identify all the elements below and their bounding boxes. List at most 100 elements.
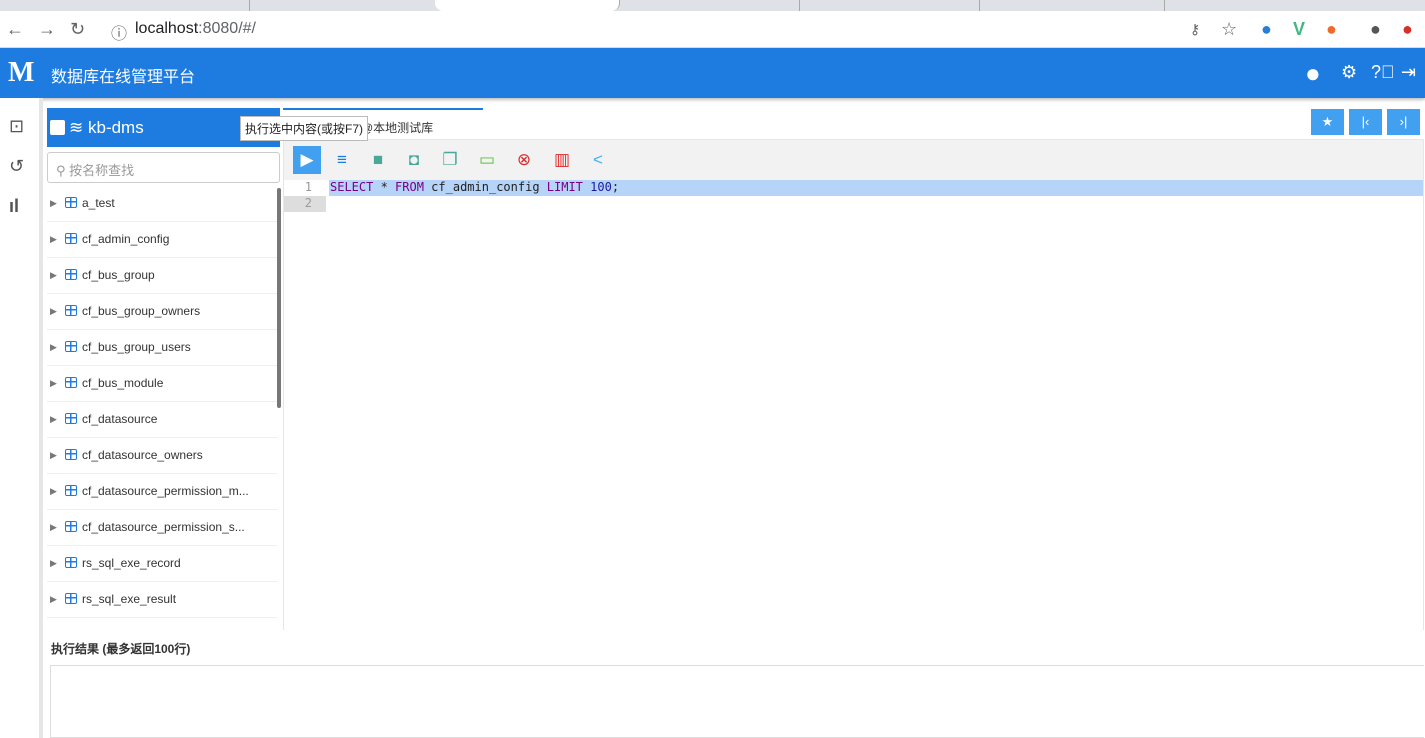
expand-caret-icon[interactable]: ▶ — [50, 558, 57, 569]
expand-caret-icon[interactable]: ▶ — [50, 378, 57, 389]
close-circle-icon[interactable]: ⊗ — [511, 148, 537, 172]
copy-icon[interactable]: ❐ — [437, 148, 463, 172]
key-icon[interactable]: ⚷ — [1190, 21, 1200, 38]
code-line[interactable]: SELECT * FROM cf_admin_config LIMIT 100; — [329, 180, 1423, 196]
browser-tab-active[interactable] — [435, 0, 620, 11]
table-item[interactable]: ▶ cf_bus_group — [47, 258, 277, 294]
table-icon — [65, 557, 77, 568]
url-host: localhost — [135, 20, 199, 37]
user-avatar-icon[interactable]: ● — [1305, 58, 1321, 89]
share-icon[interactable]: < — [585, 148, 611, 172]
table-item[interactable]: ▶ cf_datasource_permission_s... — [47, 510, 277, 546]
terminal-icon[interactable]: ⊡ — [9, 116, 24, 137]
app-header: M 数据库在线管理平台 ● ⚙ ?⃝ ⇥ — [0, 48, 1425, 98]
table-item[interactable]: ▶ cf_admin_config — [47, 222, 277, 258]
url-field[interactable]: localhost:8080/#/ — [135, 20, 256, 38]
gear-icon[interactable]: ⚙ — [1341, 62, 1357, 83]
table-name: cf_datasource — [82, 412, 158, 426]
open-folder-icon[interactable]: ▭ — [474, 148, 500, 172]
sql-number: 100 — [590, 180, 612, 194]
back-icon[interactable]: ← — [6, 19, 24, 40]
star-icon[interactable]: ☆ — [1221, 19, 1237, 40]
expand-caret-icon[interactable]: ▶ — [50, 198, 57, 209]
history-icon[interactable]: ↺ — [9, 156, 24, 177]
logout-icon[interactable]: ⇥ — [1401, 62, 1416, 83]
expand-caret-icon[interactable]: ▶ — [50, 270, 57, 281]
table-item[interactable]: ▶ a_test — [47, 186, 277, 222]
table-icon — [65, 269, 77, 280]
database-name: kb-dms — [87, 118, 144, 137]
m-logo-icon — [50, 120, 65, 135]
url-rest: :8080/#/ — [198, 20, 256, 37]
expand-caret-icon[interactable]: ▶ — [50, 414, 57, 425]
app-logo: M — [8, 57, 35, 88]
table-item[interactable]: ▶ cf_bus_module — [47, 366, 277, 402]
search-input[interactable]: ⚲ 按名称查找 — [47, 152, 280, 183]
table-item[interactable]: ▶ cf_datasource — [47, 402, 277, 438]
table-name: cf_bus_group_users — [82, 340, 191, 354]
line-number: 1 — [304, 180, 312, 194]
result-panel — [50, 665, 1424, 738]
table-item[interactable]: ▶ rs_sql_exe_record — [47, 546, 277, 582]
table-item[interactable]: ▶ cf_datasource_permission_m... — [47, 474, 277, 510]
table-item[interactable]: ▶ cf_bus_group_owners — [47, 294, 277, 330]
save-as-icon[interactable]: ◘ — [401, 148, 427, 172]
extension-orange-icon[interactable]: ● — [1326, 19, 1337, 40]
help-icon[interactable]: ?⃝ — [1371, 62, 1395, 83]
left-icon-rail: ⊡ ↺ ıl — [0, 98, 43, 738]
table-name: cf_datasource_permission_m... — [82, 484, 249, 498]
table-item[interactable]: ▶ rs_sql_exe_result — [47, 582, 277, 618]
table-icon — [65, 413, 77, 424]
bar-chart-icon[interactable]: ıl — [9, 196, 19, 217]
sql-keyword: SELECT — [330, 180, 374, 194]
expand-caret-icon[interactable]: ▶ — [50, 234, 57, 245]
run-button[interactable]: ▶ — [293, 146, 321, 174]
expand-caret-icon[interactable]: ▶ — [50, 486, 57, 497]
vue-devtools-icon[interactable]: V — [1293, 19, 1305, 40]
table-icon — [65, 341, 77, 352]
run-all-icon[interactable]: ≡ — [329, 148, 355, 172]
reload-icon[interactable]: ↻ — [70, 19, 85, 40]
table-icon — [65, 521, 77, 532]
forward-icon[interactable]: → — [38, 19, 56, 40]
table-name: rs_sql_exe_result — [82, 592, 177, 606]
expand-caret-icon[interactable]: ▶ — [50, 450, 57, 461]
expand-caret-icon[interactable]: ▶ — [50, 522, 57, 533]
table-name: cf_bus_group — [82, 268, 155, 282]
sql-keyword: FROM — [395, 180, 424, 194]
save-icon[interactable]: ■ — [365, 148, 391, 172]
update-icon[interactable]: ● — [1402, 19, 1413, 40]
profile-icon[interactable]: ● — [1370, 19, 1381, 40]
table-name: a_test — [82, 196, 115, 210]
expand-caret-icon[interactable]: ▶ — [50, 342, 57, 353]
info-icon[interactable]: ⓘ — [111, 20, 127, 44]
delete-icon[interactable]: ▥ — [549, 148, 575, 172]
table-name: rs_sql_exe_record — [82, 556, 181, 570]
table-icon — [65, 305, 77, 316]
tab-label: @本地测试库 — [361, 121, 434, 135]
table-icon — [65, 233, 77, 244]
line-gutter: 1 2 — [284, 180, 326, 630]
browser-tab[interactable] — [800, 0, 980, 11]
browser-tab[interactable] — [0, 0, 250, 11]
expand-caret-icon[interactable]: ▶ — [50, 594, 57, 605]
expand-caret-icon[interactable]: ▶ — [50, 306, 57, 317]
favorite-button[interactable]: ★ — [1311, 109, 1344, 135]
sql-text: ; — [611, 180, 620, 194]
app-title: 数据库在线管理平台 — [51, 69, 196, 86]
collapse-left-button[interactable]: |‹ — [1349, 109, 1382, 135]
editor-tab-bar: @本地测试库 ★ |‹ ›| — [283, 108, 1424, 139]
extension-globe-icon[interactable]: ● — [1261, 19, 1272, 40]
table-sidebar: ≋ kb-dms ⚲ 按名称查找 ▶ a_test ▶ cf_admin_config… — [47, 108, 280, 628]
table-icon — [65, 485, 77, 496]
sql-keyword: LIMIT — [546, 180, 583, 194]
table-name: cf_bus_group_owners — [82, 304, 201, 318]
table-icon — [65, 377, 77, 388]
table-item[interactable]: ▶ cf_datasource_owners — [47, 438, 277, 474]
code-editor[interactable]: 1 2 SELECT * FROM cf_admin_config LIMIT … — [284, 180, 1423, 630]
table-item[interactable]: ▶ cf_bus_group_users — [47, 330, 277, 366]
sidebar-scrollbar[interactable] — [277, 188, 281, 408]
expand-right-button[interactable]: ›| — [1387, 109, 1420, 135]
browser-tab[interactable] — [620, 0, 800, 11]
browser-tab[interactable] — [980, 0, 1165, 11]
